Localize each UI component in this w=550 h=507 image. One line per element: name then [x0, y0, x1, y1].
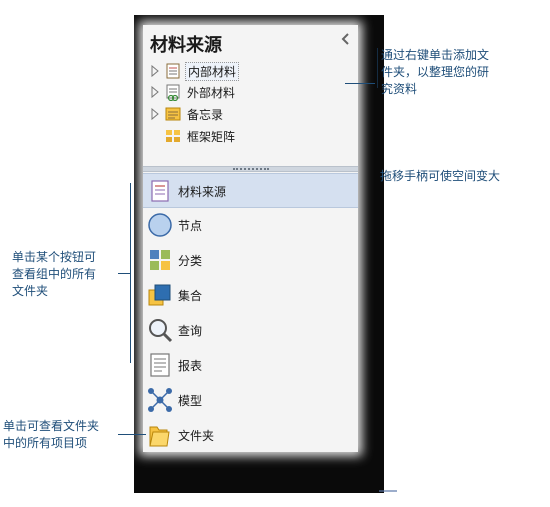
- sets-icon: [148, 284, 171, 306]
- panel-header: 材料来源: [143, 25, 358, 56]
- callout-line: 单击某个按钮可: [12, 250, 97, 264]
- reports-icon: [150, 353, 170, 377]
- nav-button-models[interactable]: 模型: [143, 383, 358, 418]
- callout-leader-line: [118, 434, 146, 435]
- grip-icon: [233, 168, 269, 170]
- folder-icon: [149, 426, 170, 447]
- tree-item-label: 内部材料: [185, 62, 240, 81]
- nav-button-classifications[interactable]: 分类: [143, 243, 358, 278]
- navigation-pane: 材料来源 内部材料 外部材料 备忘录 框架矩阵 材料来源 节点 分类 集合 查询…: [143, 25, 358, 452]
- callout-leader-line: [118, 273, 130, 274]
- callout-add-folder: 通过右键单击添加文 件夹，以整理您的研 究资料: [381, 47, 489, 98]
- query-icon: [149, 319, 173, 343]
- collapse-pane-button[interactable]: [338, 30, 354, 48]
- tree-item-label: 外部材料: [187, 86, 236, 100]
- framework-matrix-icon: [166, 130, 180, 142]
- classification-icon: [150, 250, 170, 270]
- model-icon: [148, 388, 172, 412]
- resize-splitter-handle[interactable]: [143, 166, 358, 172]
- nav-button-label: 文件夹: [178, 429, 215, 443]
- callout-line: 究资料: [381, 82, 418, 96]
- nav-button-sources[interactable]: 材料来源: [143, 173, 358, 208]
- nav-button-label: 节点: [178, 219, 203, 233]
- nav-button-queries[interactable]: 查询: [143, 313, 358, 348]
- expand-arrow-icon[interactable]: [150, 85, 160, 99]
- nav-button-label: 集合: [178, 289, 203, 303]
- tree-item-label: 备忘录: [187, 108, 224, 122]
- nav-button-label: 查询: [178, 324, 203, 338]
- nav-button-reports[interactable]: 报表: [143, 348, 358, 383]
- panel-title: 材料来源: [150, 35, 222, 56]
- nav-button-label: 模型: [178, 394, 203, 408]
- decorative-arrow-stroke: [379, 490, 397, 492]
- callout-leader-line: [345, 83, 375, 84]
- memo-icon: [165, 107, 181, 121]
- expand-arrow-icon[interactable]: [150, 107, 160, 121]
- callout-line: 查看组中的所有: [12, 267, 97, 281]
- external-materials-icon: [166, 84, 180, 101]
- internal-materials-icon: [166, 63, 180, 79]
- nav-button-nodes[interactable]: 节点: [143, 208, 358, 243]
- node-icon: [148, 213, 172, 237]
- callout-view-folder-items: 单击可查看文件夹 中的所有项目项: [3, 418, 99, 452]
- nav-button-sets[interactable]: 集合: [143, 278, 358, 313]
- callout-drag-handle: 拖移手柄可使空间变大: [380, 169, 501, 183]
- callout-bracket: [377, 48, 378, 88]
- chevron-left-icon: [341, 33, 349, 45]
- tree-item-framework-matrix[interactable]: 框架矩阵: [143, 126, 358, 146]
- callout-line: 单击可查看文件夹: [3, 419, 100, 433]
- sources-icon: [151, 180, 169, 202]
- callout-line: 件夹，以整理您的研: [381, 65, 490, 79]
- callout-line: 中的所有项目项: [3, 436, 88, 450]
- tree-item-memo[interactable]: 备忘录: [143, 104, 358, 124]
- callout-line: 文件夹: [12, 284, 49, 298]
- callout-line: 通过右键单击添加文: [381, 48, 490, 62]
- nav-button-label: 报表: [178, 359, 203, 373]
- tree-item-internal-materials[interactable]: 内部材料: [143, 61, 358, 81]
- tree-item-external-materials[interactable]: 外部材料: [143, 82, 358, 102]
- callout-click-button: 单击某个按钮可 查看组中的所有 文件夹: [12, 249, 96, 300]
- nav-button-label: 材料来源: [178, 185, 227, 199]
- nav-button-folders[interactable]: 文件夹: [143, 418, 358, 452]
- expand-arrow-icon[interactable]: [150, 64, 160, 78]
- nav-button-label: 分类: [178, 254, 203, 268]
- tree-item-label: 框架矩阵: [187, 130, 236, 144]
- callout-bracket: [130, 183, 131, 363]
